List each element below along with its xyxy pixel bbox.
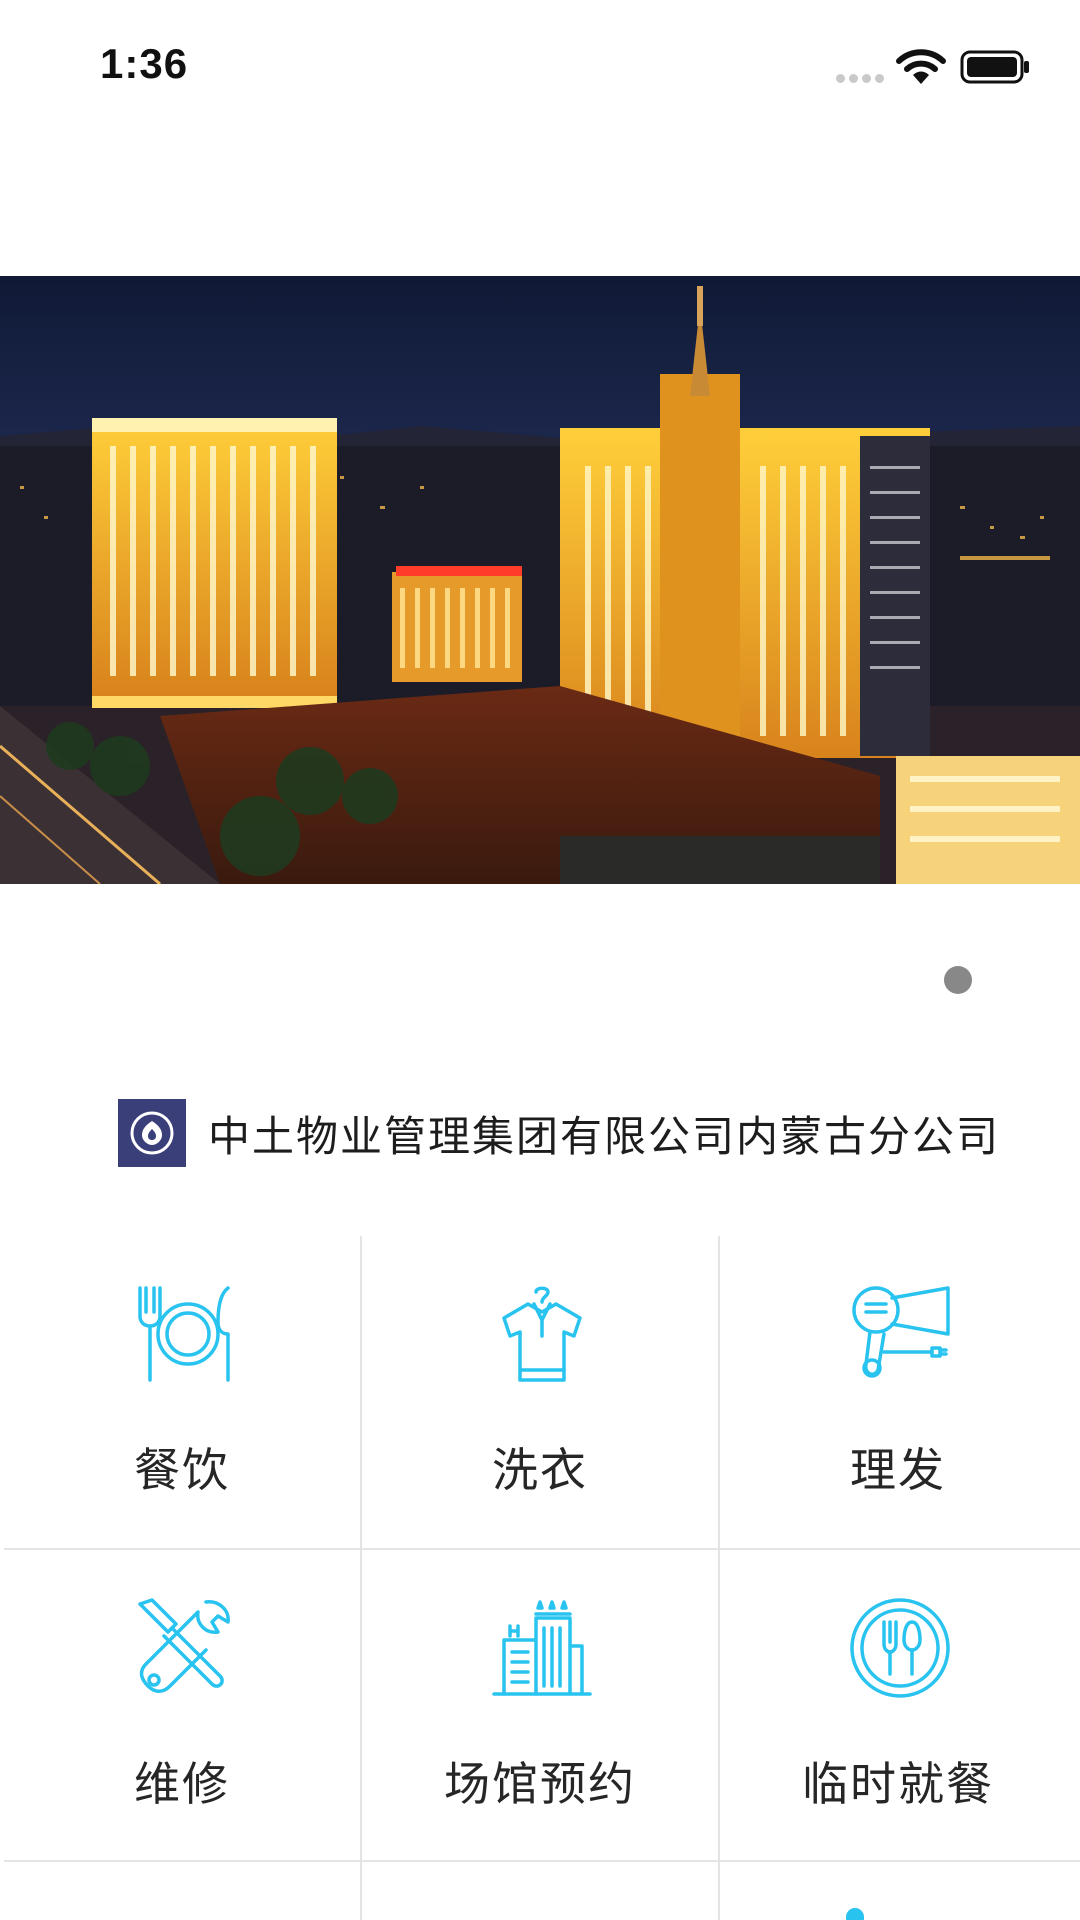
banner-carousel[interactable] — [0, 276, 1080, 884]
service-label: 理发 — [850, 1443, 946, 1497]
service-repair[interactable]: 维修 — [4, 1550, 360, 1860]
status-bar: 1:36 — [0, 0, 1080, 140]
venue-building-icon — [490, 1596, 594, 1700]
company-logo — [118, 1099, 186, 1167]
service-label: 临时就餐 — [802, 1757, 994, 1811]
temporary-meal-icon — [848, 1596, 952, 1700]
banner-image-city-night — [0, 276, 1080, 884]
company-name: 中土物业管理集团有限公司内蒙古分公司 — [208, 1111, 1001, 1161]
service-label: 维修 — [134, 1757, 230, 1811]
cellular-signal-icon — [836, 74, 886, 86]
battery-icon — [960, 50, 1030, 84]
partial-service-icon — [846, 1908, 864, 1920]
service-label: 场馆预约 — [444, 1757, 636, 1811]
carousel-page-indicator[interactable] — [944, 966, 972, 994]
service-dining[interactable]: 餐饮 — [4, 1236, 360, 1546]
status-time: 1:36 — [100, 40, 189, 87]
service-laundry[interactable]: 洗衣 — [362, 1236, 718, 1546]
service-label: 餐饮 — [134, 1443, 230, 1497]
company-header: 中土物业管理集团有限公司内蒙古分公司 — [118, 1099, 1000, 1167]
service-haircut[interactable]: 理发 — [720, 1236, 1076, 1546]
repair-tools-icon — [132, 1596, 236, 1700]
hair-dryer-icon — [848, 1282, 952, 1386]
grid-divider — [4, 1860, 1080, 1862]
service-label: 洗衣 — [492, 1443, 588, 1497]
service-venue-booking[interactable]: 场馆预约 — [362, 1550, 718, 1860]
dining-plate-icon — [132, 1282, 236, 1386]
services-grid: 餐饮 洗衣 理发 维修 场馆预约 临时就餐 — [4, 1236, 1080, 1920]
laundry-shirt-icon — [490, 1282, 594, 1386]
service-temporary-meal[interactable]: 临时就餐 — [720, 1550, 1076, 1860]
wifi-icon — [896, 48, 946, 86]
